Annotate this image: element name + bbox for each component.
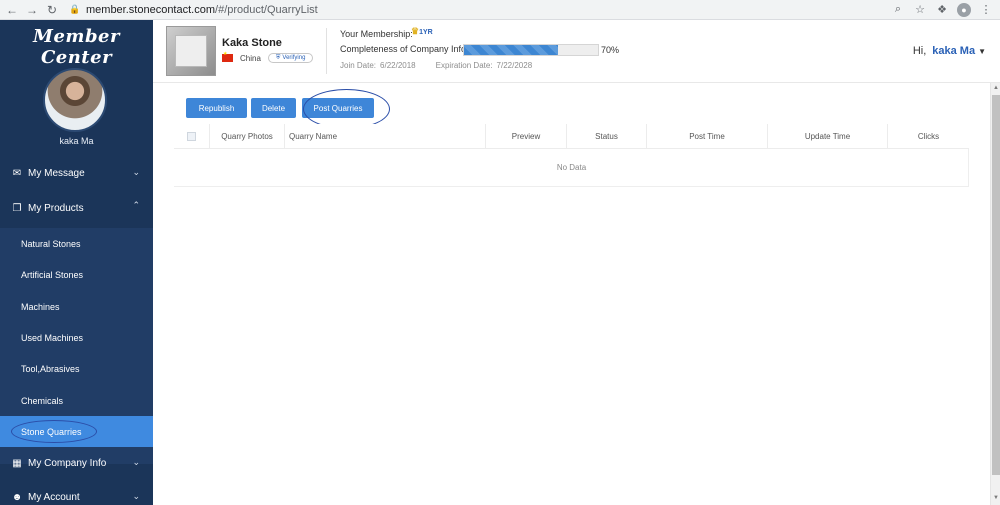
sidebar-item-my-company-info[interactable]: ▦ My Company Info ⌄ — [0, 447, 153, 479]
join-date: 6/22/2018 — [380, 61, 416, 70]
lock-icon: 🔒 — [69, 4, 81, 14]
highlight-circle — [11, 420, 97, 443]
verify-badge: ⛨ Verifying — [267, 53, 314, 63]
completeness-label: Completeness of Company Info: — [340, 44, 469, 54]
divider — [326, 28, 327, 74]
column-header-quarry-name: Quarry Name — [285, 124, 486, 149]
sidebar-item-label: My Message — [28, 167, 85, 179]
membership-badge: ♛1YR — [411, 26, 433, 37]
chevron-down-icon: ⌄ — [132, 167, 140, 177]
company-header: Kaka Stone China ⛨ Verifying Your Member… — [153, 20, 1000, 83]
kebab-menu-icon[interactable]: ⋮ — [976, 0, 996, 20]
expiration-date-label: Expiration Date: — [435, 61, 493, 70]
empty-state: No Data — [556, 163, 587, 172]
column-header-preview: Preview — [486, 124, 567, 149]
brand-title: Member Center — [33, 26, 120, 68]
chevron-up-icon: ⌃ — [132, 200, 140, 210]
select-all-checkbox[interactable] — [187, 132, 196, 141]
building-icon: ▦ — [12, 457, 22, 469]
sidebar-subitem-machines[interactable]: Machines — [0, 291, 153, 322]
expiration-date: 7/22/2028 — [496, 61, 533, 70]
sidebar-subitem-tool-abrasives[interactable]: Tool,Abrasives — [0, 353, 153, 384]
products-submenu: Natural Stones Artificial Stones Machine… — [0, 228, 153, 464]
subitem-label: Chemicals — [21, 395, 64, 406]
crown-icon: ♛ — [411, 26, 420, 36]
sidebar-item-label: My Products — [28, 202, 84, 214]
company-logo[interactable] — [166, 26, 216, 76]
republish-button[interactable]: Republish — [186, 98, 247, 118]
greeting-username: kaka Ma — [932, 45, 976, 57]
membership-label: Your Membership: — [340, 29, 413, 39]
join-date-label: Join Date: — [340, 61, 377, 70]
verify-status: Verifying — [282, 55, 306, 61]
greeting: Hi, — [912, 45, 927, 57]
sidebar-item-label: My Account — [28, 491, 80, 503]
back-arrow-icon[interactable]: ← — [2, 0, 22, 20]
quarry-table: Quarry Photos Quarry Name Preview Status… — [174, 124, 969, 187]
sidebar-subitem-artificial-stones[interactable]: Artificial Stones — [0, 259, 153, 290]
scroll-up-arrow-icon[interactable]: ▲ — [991, 85, 1000, 93]
zoom-icon[interactable]: ⌕ — [888, 0, 908, 20]
sidebar-subitem-natural-stones[interactable]: Natural Stones — [0, 228, 153, 259]
user-menu[interactable]: Hi, kaka Ma ▼ — [913, 45, 986, 57]
sidebar-item-my-products[interactable]: ❐ My Products ⌃ — [0, 192, 153, 224]
sidebar-subitem-stone-quarries[interactable]: Stone Quarries — [0, 416, 153, 447]
scroll-thumb[interactable] — [992, 95, 1000, 475]
forward-arrow-icon[interactable]: → — [22, 0, 42, 20]
completeness-progress-bar — [463, 44, 599, 56]
subitem-label: Tool,Abrasives — [21, 363, 80, 374]
china-flag-icon — [222, 51, 233, 62]
extensions-puzzle-icon[interactable]: ❖ — [932, 0, 952, 20]
url-path: /#/product/QuarryList — [215, 3, 318, 16]
column-header-quarry-photos: Quarry Photos — [210, 124, 285, 149]
subitem-label: Artificial Stones — [21, 269, 84, 280]
profile-icon[interactable]: ● — [954, 0, 974, 20]
subitem-label: Natural Stones — [21, 238, 81, 249]
caret-down-icon: ▼ — [978, 46, 986, 56]
subitem-label: Used Machines — [21, 332, 84, 343]
sidebar-subitem-used-machines[interactable]: Used Machines — [0, 322, 153, 353]
sidebar-item-my-account[interactable]: ☻ My Account ⌄ — [0, 481, 153, 505]
shield-icon: ⛨ — [275, 54, 281, 61]
membership-dates: Join Date: 6/22/2018 Expiration Date: 7/… — [340, 61, 532, 70]
sidebar: Member Center kaka Ma ✉ My Message ⌄ ❐ M… — [0, 20, 153, 505]
chevron-down-icon: ⌄ — [132, 457, 140, 467]
sidebar-subitem-chemicals[interactable]: Chemicals — [0, 385, 153, 416]
sidebar-username: kaka Ma — [59, 136, 94, 146]
highlight-circle — [303, 89, 390, 129]
column-header-update-time: Update Time — [768, 124, 888, 149]
membership-badge-text: 1YR — [419, 29, 433, 36]
avatar[interactable] — [43, 68, 107, 132]
mail-icon: ✉ — [12, 167, 22, 179]
column-header-clicks: Clicks — [917, 132, 940, 141]
sidebar-item-my-message[interactable]: ✉ My Message ⌄ — [0, 157, 153, 189]
completeness-percent: 70% — [601, 45, 620, 55]
completeness-progress-fill — [464, 45, 558, 55]
browser-toolbar: ← → ↻ 🔒 member.stonecontact.com/#/produc… — [0, 0, 1000, 20]
main-content: Kaka Stone China ⛨ Verifying Your Member… — [153, 20, 1000, 505]
sidebar-item-label: My Company Info — [28, 457, 107, 469]
delete-button[interactable]: Delete — [251, 98, 296, 118]
subitem-label: Machines — [21, 301, 60, 312]
column-header-post-time: Post Time — [647, 124, 768, 149]
user-icon: ☻ — [11, 491, 23, 503]
star-icon[interactable]: ☆ — [910, 0, 930, 20]
url-host: member.stonecontact.com — [86, 3, 216, 16]
table-header: Quarry Photos Quarry Name Preview Status… — [174, 124, 969, 149]
country-row: China ⛨ Verifying — [222, 51, 314, 63]
company-name: Kaka Stone — [222, 37, 282, 49]
reload-icon[interactable]: ↻ — [42, 0, 62, 20]
address-bar[interactable]: 🔒 member.stonecontact.com/#/product/Quar… — [68, 2, 882, 18]
copy-icon: ❐ — [12, 202, 22, 214]
select-all-checkbox-cell — [174, 124, 210, 149]
column-header-status: Status — [567, 124, 647, 149]
page-scrollbar[interactable]: ▲ ▼ — [990, 83, 1000, 505]
chevron-down-icon: ⌄ — [132, 491, 140, 501]
scroll-down-arrow-icon[interactable]: ▼ — [991, 495, 1000, 503]
country-name: China — [240, 53, 261, 63]
